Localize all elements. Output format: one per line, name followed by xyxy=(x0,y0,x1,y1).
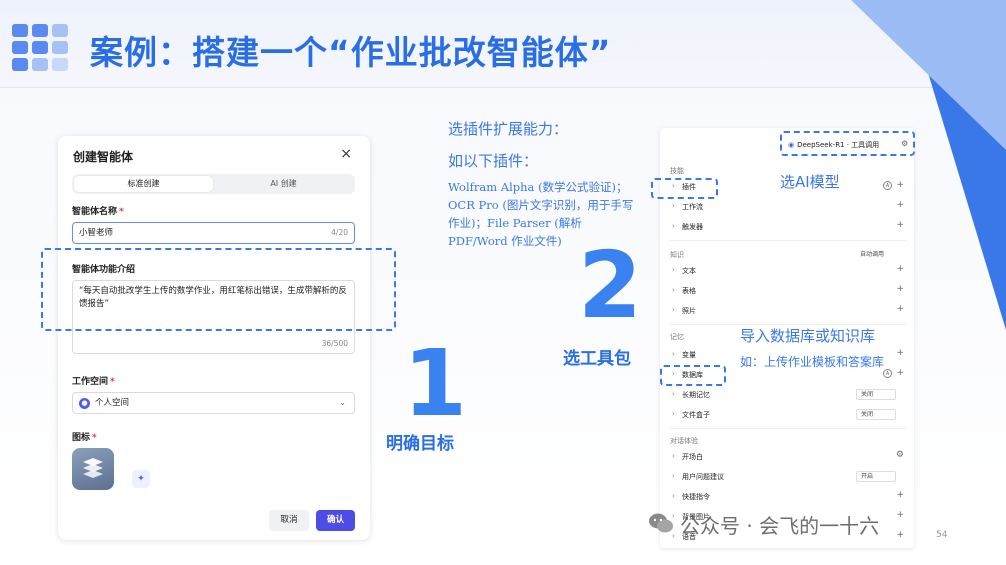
description-highlight-box xyxy=(41,248,396,331)
wechat-icon xyxy=(649,513,673,533)
slide: 案例：搭建一个“作业批改智能体” 创建智能体 × 标准创建 AI 创建 智能体名… xyxy=(0,0,1006,565)
close-icon[interactable]: × xyxy=(340,146,352,162)
section-knowledge: 知识 xyxy=(670,251,684,259)
add-icon: + xyxy=(896,510,904,520)
chevron-right-icon: › xyxy=(672,472,675,480)
slide-title: 案例：搭建一个“作业批改智能体” xyxy=(90,33,612,72)
add-icon: + xyxy=(896,180,904,190)
add-icon: + xyxy=(896,284,904,294)
row-workflow[interactable]: › 工作流 + xyxy=(672,198,904,216)
chevron-right-icon: › xyxy=(672,410,675,418)
section-memory: 记忆 xyxy=(670,333,684,341)
chevron-right-icon: › xyxy=(672,390,675,398)
chevron-right-icon: › xyxy=(672,492,675,500)
chevron-down-icon: ⌄ xyxy=(339,398,346,407)
description-char-count: 36/500 xyxy=(321,338,348,348)
row-text[interactable]: › 文本 + xyxy=(672,262,904,280)
add-icon: + xyxy=(896,490,904,500)
confirm-button[interactable]: 确认 xyxy=(316,510,355,531)
section-skills: 技能 xyxy=(670,167,684,175)
step-one-number: 1 xyxy=(403,330,468,437)
add-icon: + xyxy=(896,304,904,314)
file-box-select: 关闭 xyxy=(856,409,896,420)
workspace-select[interactable]: ● 个人空间 ⌄ xyxy=(72,392,355,414)
row-trigger[interactable]: › 触发器 + xyxy=(672,218,904,236)
database-highlight-box xyxy=(660,365,726,386)
tab-standard-create[interactable]: 标准创建 xyxy=(74,176,213,192)
agent-name-input[interactable]: 小智老师 4/20 xyxy=(72,222,355,244)
create-agent-dialog: 创建智能体 × 标准创建 AI 创建 智能体名称 * 小智老师 4/20 智能体功… xyxy=(58,136,370,540)
add-icon: + xyxy=(896,368,904,378)
divider xyxy=(670,240,906,241)
row-long-memory[interactable]: › 长期记忆 关闭 xyxy=(672,386,904,404)
add-icon: + xyxy=(896,200,904,210)
row-opening[interactable]: › 开场白 ⚙ xyxy=(672,448,904,466)
step-one-label: 明确目标 xyxy=(386,434,454,454)
annotation-model: 选AI模型 xyxy=(780,173,840,191)
name-label: 智能体名称 * xyxy=(72,207,124,217)
auto-icon: A xyxy=(883,369,892,378)
tab-ai-create[interactable]: AI 创建 xyxy=(214,176,353,192)
workspace-label: 工作空间 * xyxy=(72,377,115,387)
watermark-text: 公众号 · 会飞的一十六 xyxy=(680,514,880,538)
chevron-right-icon: › xyxy=(672,202,675,210)
annotation-example: 如：上传作业模板和答案库 xyxy=(740,355,885,369)
annotation-import: 导入数据库或知识库 xyxy=(740,327,876,345)
icon-label: 图标 * xyxy=(72,433,97,443)
create-mode-tabs: 标准创建 AI 创建 xyxy=(72,174,355,194)
page-number: 54 xyxy=(936,530,948,540)
name-char-count: 4/20 xyxy=(331,228,348,237)
row-shortcut[interactable]: › 快捷指令 + xyxy=(672,488,904,506)
add-icon: + xyxy=(896,220,904,230)
row-file-box[interactable]: › 文件盒子 关闭 xyxy=(672,406,904,424)
suggest-select: 开启 xyxy=(856,471,896,482)
model-highlight-box xyxy=(780,131,915,156)
long-memory-select: 关闭 xyxy=(856,389,896,400)
chevron-right-icon: › xyxy=(672,286,675,294)
divider xyxy=(670,428,906,429)
section-dialog: 对话体验 xyxy=(670,437,698,445)
user-avatar-icon: ● xyxy=(79,398,90,409)
row-suggest[interactable]: › 用户问题建议 开启 xyxy=(672,468,904,486)
cancel-button[interactable]: 取消 xyxy=(269,510,309,531)
row-photo[interactable]: › 照片 + xyxy=(672,302,904,320)
row-table[interactable]: › 表格 + xyxy=(672,282,904,300)
ai-generate-icon-button[interactable]: ✦ xyxy=(132,470,150,488)
plugin-heading: 选插件扩展能力： xyxy=(448,120,569,138)
grid-logo-icon xyxy=(12,24,68,72)
settings-icon: ⚙ xyxy=(895,450,904,460)
chevron-right-icon: › xyxy=(672,222,675,230)
add-icon: + xyxy=(896,530,904,540)
plugin-highlight-box xyxy=(651,178,718,199)
agent-avatar-layers-icon[interactable] xyxy=(72,448,114,490)
plugin-subheading: 如以下插件： xyxy=(448,152,539,170)
auto-icon: A xyxy=(883,181,892,190)
chevron-right-icon: › xyxy=(672,350,675,358)
step-two-label: 选工具包 xyxy=(563,349,631,369)
dialog-title: 创建智能体 xyxy=(73,150,134,164)
auto-call-dropdown[interactable]: 自动调用 xyxy=(860,249,884,258)
chevron-right-icon: › xyxy=(672,306,675,314)
plugin-list-text: Wolfram Alpha (数学公式验证)；OCR Pro (图片文字识别，用… xyxy=(448,180,634,248)
add-icon: + xyxy=(896,348,904,358)
chevron-right-icon: › xyxy=(672,266,675,274)
add-icon: + xyxy=(896,264,904,274)
chevron-right-icon: › xyxy=(672,452,675,460)
